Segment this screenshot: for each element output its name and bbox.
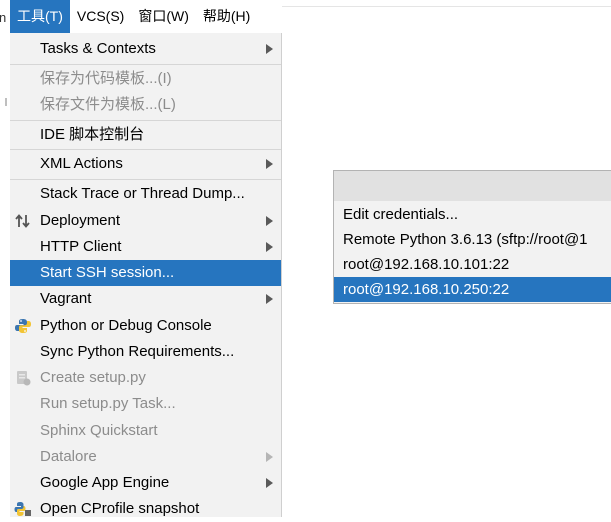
menu-item-label: Datalore <box>40 448 97 465</box>
menu-item-label: Vagrant <box>40 290 92 307</box>
menu-item-label: Python or Debug Console <box>40 317 212 334</box>
deployment-icon <box>15 214 30 228</box>
menu-item-label: Start SSH session... <box>40 264 175 281</box>
menu-item-sphinx-quickstart[interactable]: Sphinx Quickstart <box>10 418 281 444</box>
menu-item-label: 保存文件为模板...(L) <box>40 96 176 113</box>
popup-item-label: Remote Python 3.6.13 (sftp://root@1 <box>343 231 588 248</box>
menu-item-datalore[interactable]: Datalore <box>10 444 281 470</box>
menu-item-deployment[interactable]: Deployment <box>10 208 281 234</box>
popup-item-edit-credentials[interactable]: Edit credentials... <box>334 202 611 227</box>
menu-item-label: Stack Trace or Thread Dump... <box>40 185 245 202</box>
menu-item-label: Deployment <box>40 212 121 229</box>
menu-tools[interactable]: 工具(T) <box>10 0 70 33</box>
menu-item-label: Sync Python Requirements... <box>40 343 235 360</box>
submenu-arrow-icon <box>266 216 273 226</box>
menu-separator <box>10 149 281 150</box>
menu-item-label: Sphinx Quickstart <box>40 422 158 439</box>
popup-item-label: root@192.168.10.101:22 <box>343 256 510 273</box>
submenu-arrow-icon <box>266 44 273 54</box>
menu-item-label: Create setup.py <box>40 369 146 386</box>
menu-item-save-file-template[interactable]: 保存文件为模板...(L) <box>10 92 281 118</box>
submenu-arrow-icon <box>266 294 273 304</box>
menu-item-start-ssh-session[interactable]: Start SSH session... <box>10 260 281 286</box>
setup-py-icon <box>17 371 31 386</box>
menu-vcs[interactable]: VCS(S) <box>70 0 131 33</box>
submenu-arrow-icon <box>266 159 273 169</box>
popup-item-remote-python[interactable]: Remote Python 3.6.13 (sftp://root@1 <box>334 227 611 252</box>
menu-item-tasks-contexts[interactable]: Tasks & Contexts <box>10 36 281 62</box>
popup-item-host-250[interactable]: root@192.168.10.250:22 <box>334 277 611 302</box>
popup-header <box>334 171 611 201</box>
menu-item-run-setup-py-task[interactable]: Run setup.py Task... <box>10 391 281 417</box>
menu-item-vagrant[interactable]: Vagrant <box>10 286 281 312</box>
menu-window[interactable]: 窗口(W) <box>131 0 196 33</box>
left-edge-marker <box>5 98 7 106</box>
menu-item-http-client[interactable]: HTTP Client <box>10 234 281 260</box>
popup-item-host-101[interactable]: root@192.168.10.101:22 <box>334 252 611 277</box>
submenu-arrow-icon <box>266 478 273 488</box>
left-edge-panel: n <box>0 0 10 517</box>
menu-item-label: Google App Engine <box>40 474 170 491</box>
menu-item-google-app-engine[interactable]: Google App Engine <box>10 470 281 496</box>
menu-item-label: IDE 脚本控制台 <box>40 126 145 143</box>
menu-item-label: XML Actions <box>40 155 123 172</box>
menu-item-sync-python-requirements[interactable]: Sync Python Requirements... <box>10 339 281 365</box>
menu-item-label: Run setup.py Task... <box>40 395 176 412</box>
menu-item-label: 保存为代码模板...(I) <box>40 70 172 87</box>
python-icon <box>15 319 31 333</box>
popup-item-label: Edit credentials... <box>343 206 459 223</box>
menu-item-save-code-template[interactable]: 保存为代码模板...(I) <box>10 66 281 92</box>
menu-item-xml-actions[interactable]: XML Actions <box>10 151 281 177</box>
menu-item-create-setup-py[interactable]: Create setup.py <box>10 365 281 391</box>
menu-item-label: Tasks & Contexts <box>40 40 156 57</box>
submenu-arrow-icon <box>266 242 273 252</box>
tools-dropdown-menu: Tasks & Contexts 保存为代码模板...(I) 保存文件为模板..… <box>10 33 282 517</box>
submenu-arrow-icon <box>266 452 273 462</box>
menu-help[interactable]: 帮助(H) <box>196 0 257 33</box>
menu-separator <box>10 120 281 121</box>
popup-item-label: root@192.168.10.250:22 <box>343 281 510 298</box>
editor-tab-strip <box>282 0 611 7</box>
left-edge-text: n <box>0 10 7 25</box>
ssh-session-popup: Edit credentials... Remote Python 3.6.13… <box>333 170 611 304</box>
menu-item-ide-script-console[interactable]: IDE 脚本控制台 <box>10 122 281 148</box>
menu-item-python-console[interactable]: Python or Debug Console <box>10 313 281 339</box>
menu-separator <box>10 64 281 65</box>
menu-item-label: Open CProfile snapshot <box>40 500 200 517</box>
menu-item-label: HTTP Client <box>40 238 122 255</box>
cprofile-icon <box>14 502 31 516</box>
menubar: 工具(T) VCS(S) 窗口(W) 帮助(H) <box>10 0 282 33</box>
menu-item-open-cprofile-snapshot[interactable]: Open CProfile snapshot <box>10 496 281 522</box>
menu-item-stack-trace[interactable]: Stack Trace or Thread Dump... <box>10 181 281 207</box>
menu-separator <box>10 179 281 180</box>
